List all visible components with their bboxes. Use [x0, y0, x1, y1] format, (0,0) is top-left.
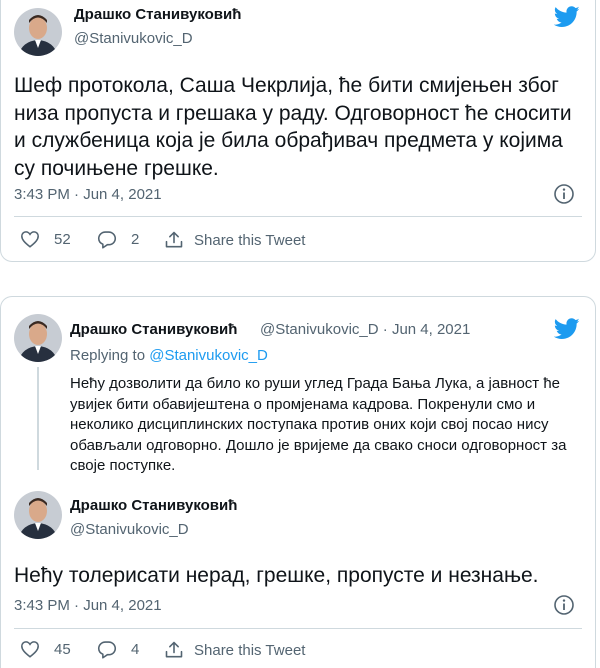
like-button[interactable]: 45 [20, 640, 71, 658]
share-icon [165, 641, 183, 658]
tweet-text: Шеф протокола, Саша Чекрлија, ће бити см… [14, 74, 572, 180]
reply-icon [97, 231, 117, 249]
avatar[interactable] [14, 491, 62, 539]
parent-tweet-text: Нећу дозволити да било ко руши углед Гра… [70, 375, 567, 474]
like-button[interactable]: 52 [20, 230, 71, 248]
avatar[interactable] [14, 8, 62, 56]
parent-handle-date[interactable]: @Stanivukovic_D · Jun 4, 2021 [260, 321, 470, 338]
share-button[interactable]: Share this Tweet [164, 640, 305, 660]
tweet-card[interactable]: Драшко Станивуковић @Stanivukovic_D Шеф … [0, 0, 596, 262]
share-icon [165, 231, 183, 248]
replying-prefix: Replying to [70, 347, 150, 364]
twitter-bird-icon[interactable] [554, 318, 580, 340]
replying-handle-link[interactable]: @Stanivukovic_D [149, 347, 268, 364]
replying-to: Replying to @Stanivukovic_D [70, 347, 268, 364]
author-handle[interactable]: @Stanivukovic_D [74, 30, 193, 47]
author-name[interactable]: Драшко Станивуковић [70, 497, 237, 514]
divider [14, 216, 582, 217]
info-icon[interactable] [553, 594, 575, 616]
share-button[interactable]: Share this Tweet [164, 230, 305, 250]
parent-author-name[interactable]: Драшко Станивуковић [70, 321, 237, 338]
reply-count: 2 [131, 231, 140, 248]
share-label: Share this Tweet [194, 231, 306, 249]
heart-icon [21, 231, 39, 248]
tweet-text: Нећу толерисати нерад, грешке, пропусте … [14, 564, 539, 587]
like-count: 52 [54, 230, 71, 248]
thread-connector [37, 367, 39, 470]
avatar[interactable] [14, 314, 62, 362]
tweet-timestamp[interactable]: 3:43 PM · Jun 4, 2021 [14, 186, 162, 203]
reply-count: 4 [131, 641, 140, 658]
author-name[interactable]: Драшко Станивуковић [74, 6, 241, 23]
reply-icon [97, 641, 117, 659]
like-count: 45 [54, 640, 71, 658]
divider [14, 628, 582, 629]
heart-icon [21, 641, 39, 658]
reply-button[interactable]: 4 [97, 640, 139, 659]
tweet-timestamp[interactable]: 3:43 PM · Jun 4, 2021 [14, 597, 162, 614]
reply-button[interactable]: 2 [97, 230, 139, 249]
tweet-card[interactable]: Драшко Станивуковић @Stanivukovic_D · Ju… [0, 296, 596, 668]
author-handle[interactable]: @Stanivukovic_D [70, 521, 189, 538]
info-icon[interactable] [553, 183, 575, 205]
share-label: Share this Tweet [194, 641, 306, 659]
twitter-bird-icon[interactable] [554, 6, 580, 28]
